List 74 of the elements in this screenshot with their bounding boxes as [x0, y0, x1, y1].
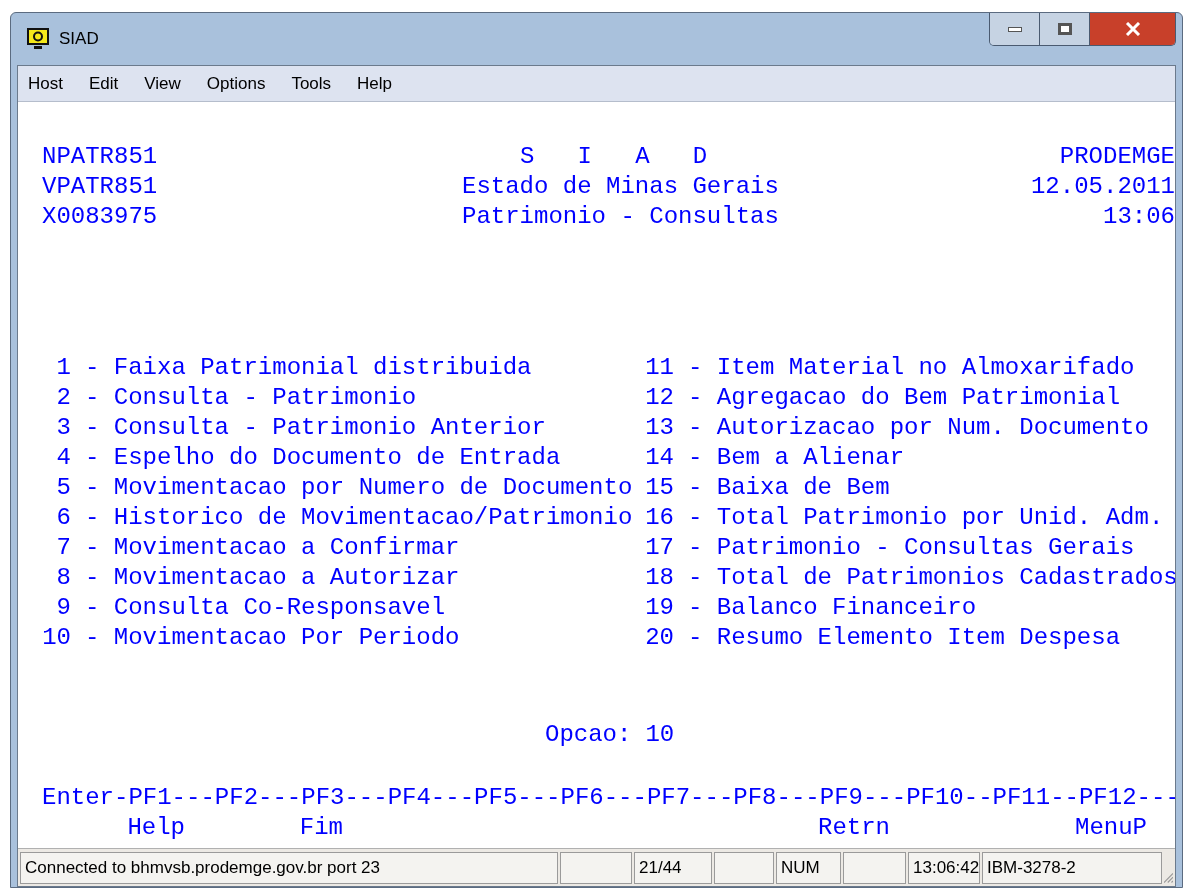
option-label: - Balanco Financeiro	[688, 593, 977, 623]
close-button[interactable]	[1090, 13, 1175, 45]
option-number: 11	[645, 353, 674, 383]
header-title: Estado de Minas Gerais	[462, 172, 779, 202]
menu-item[interactable]: Edit	[88, 70, 119, 97]
option-input-field[interactable]: 10	[645, 720, 675, 750]
menu-item[interactable]: Host	[28, 70, 63, 97]
screen-id: NPATR851	[42, 142, 159, 172]
option-label: - Consulta Co-Responsavel	[85, 593, 446, 623]
option-number: 17	[645, 533, 674, 563]
option-label: - Consulta - Patrimonio	[85, 383, 417, 413]
function-key-label: Help	[127, 813, 185, 843]
function-key-label: Fim	[299, 813, 343, 843]
function-key-label: Retrn	[818, 813, 890, 843]
resize-grip-icon	[1164, 872, 1173, 884]
header-info: 13:06	[1103, 202, 1175, 232]
option-number: 10	[42, 623, 71, 653]
option-label: - Faixa Patrimonial distribuida	[85, 353, 532, 383]
maximize-button[interactable]	[1040, 13, 1090, 45]
option-number: 14	[645, 443, 674, 473]
option-number: 16	[645, 503, 674, 533]
option-label: - Autorizacao por Num. Documento	[688, 413, 1149, 443]
status-text: IBM-3278-2	[982, 851, 1162, 884]
status-text: 13:06:42	[908, 851, 980, 884]
function-key-label: MenuP	[1075, 813, 1147, 843]
option-label: - Total Patrimonio por Unid. Adm.	[688, 503, 1164, 533]
option-number: 5	[55, 473, 71, 503]
option-number: 2	[55, 383, 71, 413]
option-number: 19	[645, 593, 674, 623]
menu-item[interactable]: View	[144, 70, 181, 97]
option-label: - Patrimonio - Consultas Gerais	[688, 533, 1135, 563]
function-keys-line: Enter-PF1---PF2---PF3---PF4---PF5---PF6---PF7---PF8---PF9---PF10--PF11--PF12---	[42, 784, 1175, 811]
status-text: NUM	[776, 851, 841, 884]
option-label: - Item Material no Almoxarifado	[688, 353, 1135, 383]
option-label: - Historico de Movimentacao/Patrimonio	[85, 503, 633, 533]
option-label: - Total de Patrimonios Cadastrados	[688, 563, 1175, 593]
close-icon	[1124, 22, 1141, 36]
option-label: - Consulta - Patrimonio Anterior	[85, 413, 546, 443]
option-label: - Movimentacao a Autorizar	[85, 563, 460, 593]
header-title: Patrimonio - Consultas	[462, 202, 779, 232]
option-number: 9	[55, 593, 71, 623]
option-number: 15	[645, 473, 674, 503]
option-number: 12	[645, 383, 674, 413]
option-number: 1	[55, 353, 71, 383]
option-number: 13	[645, 413, 674, 443]
screen-id: X0083975	[42, 202, 159, 232]
header-info: 12.05.2011	[1030, 172, 1175, 202]
screen-id: VPATR851	[42, 172, 159, 202]
option-label: - Movimentacao a Confirmar	[85, 533, 460, 563]
header-title: S I A D	[520, 142, 708, 172]
menu-item[interactable]: Help	[357, 70, 393, 97]
option-label: - Baixa de Bem	[688, 473, 890, 503]
option-label: - Movimentacao Por Periodo	[85, 623, 460, 653]
menu-item[interactable]: Options	[206, 70, 266, 97]
status-text: 21/44	[634, 851, 712, 884]
menu-item[interactable]: Tools	[291, 70, 332, 97]
window-title: SIAD	[59, 28, 99, 51]
option-label: - Bem a Alienar	[688, 443, 905, 473]
status-text: Connected to bhmvsb.prodemge.gov.br port 23	[20, 851, 558, 884]
option-number: 3	[55, 413, 71, 443]
option-prompt-label: Opcao:	[545, 720, 632, 750]
header-info: PRODEMGE	[1059, 142, 1175, 172]
option-number: 20	[645, 623, 674, 653]
option-number: 8	[55, 563, 71, 593]
option-number: 7	[55, 533, 71, 563]
option-number: 18	[645, 563, 674, 593]
option-number: 6	[55, 503, 71, 533]
option-number: 4	[55, 443, 71, 473]
option-label: - Agregacao do Bem Patrimonial	[688, 383, 1121, 413]
option-label: - Movimentacao por Numero de Documento	[85, 473, 633, 503]
minimize-button[interactable]	[990, 13, 1040, 45]
option-label: - Resumo Elemento Item Despesa	[688, 623, 1121, 653]
terminal-app-icon	[25, 26, 51, 52]
option-label: - Espelho do Documento de Entrada	[85, 443, 561, 473]
